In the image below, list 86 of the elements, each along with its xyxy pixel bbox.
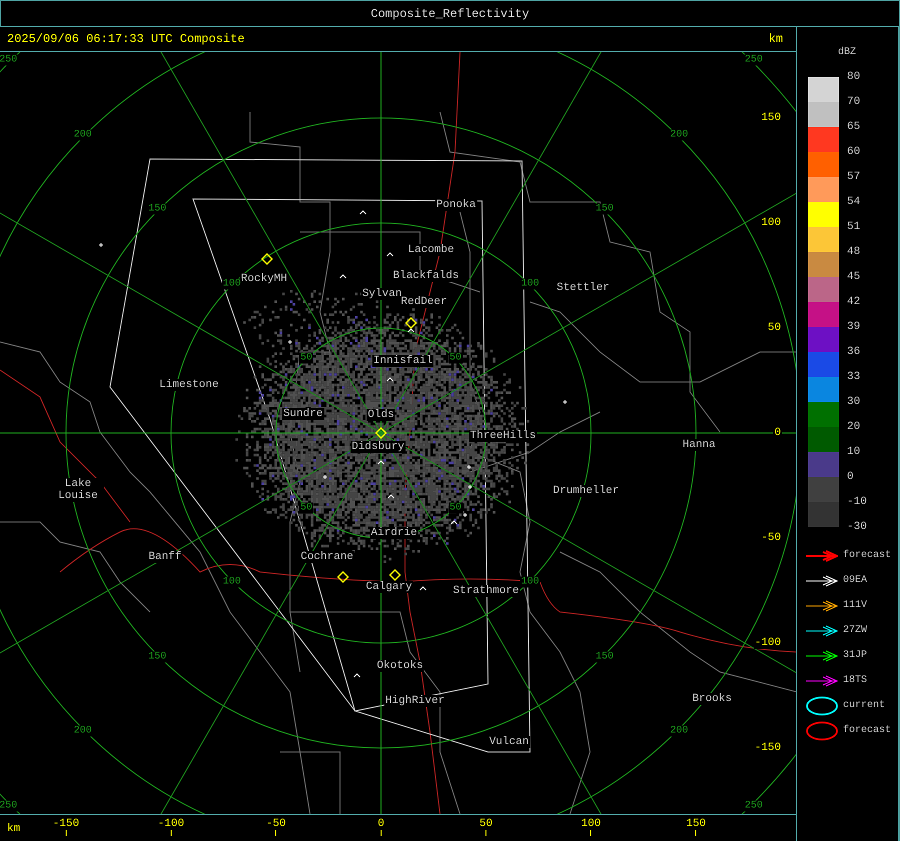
color-scale-label: 20 [847,421,860,433]
city-label: Blackfalds [392,270,460,282]
range-ring-label: 200 [669,726,690,737]
color-scale-label: 39 [847,321,860,333]
color-scale-label: 48 [847,246,860,258]
track-label: 09EA [843,575,868,586]
range-ring-label: 100 [222,278,242,290]
city-label: Innisfail [372,355,434,367]
city-label: RedDeer [400,296,448,308]
x-axis-tick-label: -50 [266,818,286,830]
color-scale-label: -30 [847,521,867,533]
x-axis-tick-label: -100 [158,818,184,830]
range-ring-label: 50 [299,352,314,364]
range-ring-label: 150 [147,204,168,215]
color-scale-label: 42 [847,296,860,308]
color-scale-label: 54 [847,196,860,208]
range-ring-label: 50 [448,352,463,364]
city-label: Hanna [682,439,716,451]
city-label: Drumheller [552,485,620,497]
city-label: Vulcan [488,736,530,748]
track-label: 18TS [843,675,868,686]
range-ring-label: 200 [669,129,690,140]
range-ring-label: 50 [448,502,463,514]
range-ring-label: 100 [222,576,242,588]
units-label: km [768,32,783,46]
color-scale-label: 57 [847,171,860,183]
range-ring-label: 100 [520,278,540,290]
color-scale-label: 65 [847,121,860,133]
city-label: Cochrane [300,551,354,563]
range-ring-label: 250 [744,54,764,66]
x-axis-tick-label: -150 [52,818,80,830]
x-axis-tick-mark [170,830,172,836]
track-label: 27ZW [843,625,868,636]
color-scale-label: 80 [847,71,860,83]
color-scale-label: 36 [847,346,860,358]
track-label: current [843,700,886,711]
color-scale-label: 33 [847,371,860,383]
x-axis-tick-label: 150 [686,818,706,830]
color-scale-label: 51 [847,221,860,233]
legend-title: dBZ [838,47,856,58]
city-label: Calgary [364,581,414,593]
range-ring-label: 150 [594,651,615,662]
y-axis-tick-label: -100 [754,637,782,649]
x-axis-tick-label: 0 [378,818,384,830]
range-ring-label: 250 [744,800,764,812]
city-label: Airdrie [370,527,418,539]
color-scale-label: 60 [847,146,860,158]
city-label: Olds [366,409,396,421]
city-label: Brooks [691,693,733,705]
x-axis-tick-mark [380,830,382,836]
color-scale-label: 45 [847,271,860,283]
range-ring-label: 250 [0,800,18,812]
color-scale-label: -10 [847,496,867,508]
city-label: HighRiver [384,695,446,707]
city-label: Lacombe [406,244,456,256]
timestamp-label: 2025/09/06 06:17:33 UTC Composite [7,32,245,46]
x-axis-tick-label: 50 [479,818,493,830]
city-label: Sundre [282,408,324,420]
range-ring-label: 150 [147,651,168,662]
range-ring-label: 50 [299,502,314,514]
city-label: Sylvan [361,288,403,300]
track-label: forecast [843,550,892,561]
x-axis-tick-mark [590,830,592,836]
range-ring-label: 150 [594,204,615,215]
range-ring-label: 200 [72,726,93,737]
x-axis-tick-label: 100 [581,818,601,830]
color-scale-label: 70 [847,96,860,108]
city-label: Okotoks [376,660,424,672]
range-ring-label: 200 [72,129,93,140]
color-scale-label: 30 [847,396,860,408]
track-label: forecast [843,725,892,736]
window-title: Composite_Reflectivity [370,6,530,20]
city-label: Strathmore [452,585,520,597]
city-label: Ponoka [435,199,477,211]
color-scale-label: 10 [847,446,860,458]
city-label: Banff [148,551,182,563]
city-label: Limestone [158,379,220,391]
color-scale-label: 0 [847,471,854,483]
x-axis-units-label: km [7,823,20,835]
city-label: ThreeHills [469,430,537,442]
range-ring-label: 250 [0,54,18,66]
track-label: 31JP [843,650,868,661]
city-label: RockyMH [240,273,288,285]
range-ring-label: 100 [520,576,540,588]
city-label: Didsbury [350,441,406,453]
track-label: 111V [843,600,868,611]
